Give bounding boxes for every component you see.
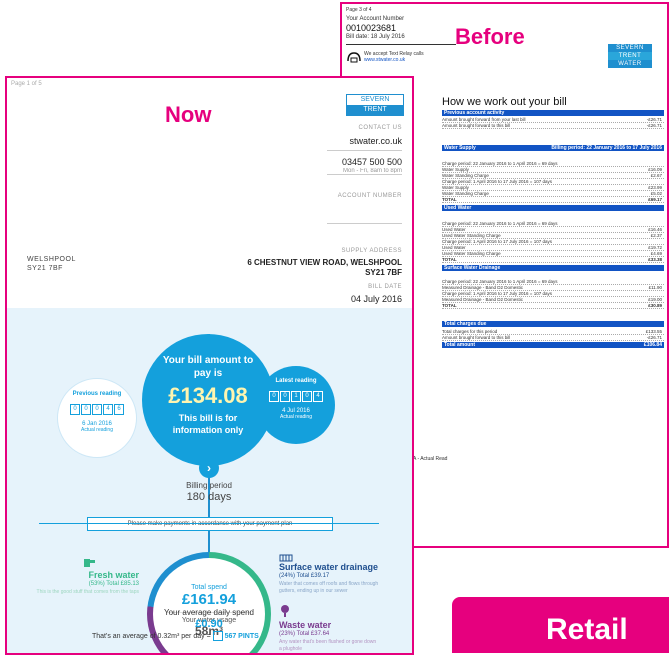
- section-header: Water Supply Billing period: 22 January 2…: [442, 145, 664, 151]
- text-relay-icon: [346, 50, 362, 63]
- before-footnote: A - Actual Read: [413, 456, 448, 462]
- logo-line: TRENT: [608, 52, 652, 60]
- bill-line: Amount brought forward to this bill -£26.…: [442, 335, 664, 341]
- meter-digit: 4: [103, 404, 113, 415]
- meter-digit: 6: [114, 404, 124, 415]
- bill-date-label: BILL DATE: [368, 284, 402, 290]
- latest-reading-note: Actual reading: [280, 414, 312, 420]
- meter-digit: 0: [269, 391, 279, 402]
- previous-reading-note: Actual reading: [81, 427, 113, 433]
- bill-line: TOTAL £30.89: [442, 303, 664, 309]
- opening-hours: Mon - Fri, 8am to 8pm: [342, 168, 402, 173]
- total-spend-label: Total spend: [191, 584, 227, 591]
- pint-glass-icon: [212, 631, 223, 641]
- before-bill-date: Bill date: 18 July 2016: [346, 34, 405, 40]
- bill-date: 04 July 2016: [350, 294, 402, 304]
- meter-digit: 0: [280, 391, 290, 402]
- meter-digit: 0: [70, 404, 80, 415]
- section-header: Total charges due: [442, 321, 664, 327]
- surface-water-total: (24%) Total £39.17: [279, 573, 330, 579]
- total-spend-value: £161.94: [181, 591, 237, 608]
- billing-period-days: 180 days: [186, 491, 232, 503]
- average-usage-text: That's an average of 0.32m³ per day =: [92, 632, 211, 640]
- supply-address-line2: SY21 7BF: [365, 268, 402, 277]
- logo-line: TRENT: [347, 105, 403, 115]
- divider: [327, 150, 402, 151]
- before-tag: Before: [455, 24, 525, 49]
- now-tag: Now: [165, 102, 212, 127]
- logo-line: SEVERN: [360, 96, 390, 103]
- meter-digit: 1: [291, 391, 301, 402]
- previous-reading-label: Previous reading: [72, 391, 122, 397]
- divider: [39, 523, 379, 524]
- previous-reading-circle: Previous reading 0 0 0 4 6 6 Jan 2016 Ac…: [57, 378, 137, 458]
- divider: [327, 174, 402, 175]
- severn-trent-logo: SEVERN TRENT WATER: [608, 44, 652, 68]
- meter-digit: 0: [92, 404, 102, 415]
- average-usage-line: That's an average of 0.32m³ per day = 56…: [92, 631, 342, 641]
- drain-icon: [279, 550, 293, 562]
- surface-water-description: Water that comes off roofs and flows thr…: [279, 581, 379, 594]
- fresh-water-title: Fresh water: [88, 570, 139, 580]
- arrow-right-icon: ›: [199, 458, 219, 478]
- surface-water-title: Surface water drainage: [279, 562, 379, 572]
- waste-water-description: Any water that's been flushed or gone do…: [279, 639, 377, 652]
- before-website[interactable]: www.stwater.co.uk: [364, 57, 405, 63]
- billing-period-label: Billing period: [186, 481, 232, 490]
- bill-amount-circle: Your bill amount to pay is £134.08 This …: [142, 334, 274, 466]
- before-page-number: Page 3 of 4: [346, 7, 372, 13]
- latest-meter-digits: 0 0 1 0 4: [257, 391, 335, 402]
- logo-line: WATER: [618, 61, 642, 67]
- section-header: Used Water: [442, 205, 664, 211]
- bill-amount: £134.08: [168, 383, 248, 408]
- before-account-label: Your Account Number: [346, 16, 405, 22]
- bill-line: Amount brought forward to this bill -£26.…: [442, 123, 664, 129]
- section-header: Surface Water Drainage: [442, 265, 664, 271]
- contact-label: CONTACT US: [358, 125, 402, 131]
- bill-total-line: Total amount £106.84: [442, 342, 664, 348]
- retail-banner: Retail: [452, 597, 669, 653]
- phone-number[interactable]: 03457 500 500: [342, 157, 402, 167]
- bill-amount-text: Your bill amount to pay is: [162, 355, 254, 379]
- bill-line: TOTAL £69.17: [442, 197, 664, 203]
- fresh-water-total: (53%) Total £85.13: [88, 581, 139, 587]
- logo-line: SEVERN: [616, 45, 644, 51]
- previous-meter-digits: 0 0 0 4 6: [58, 404, 136, 415]
- daily-spend-value: £0.90: [195, 618, 223, 630]
- information-only-note: This bill is for information only: [172, 413, 244, 435]
- now-website[interactable]: stwater.co.uk: [349, 136, 402, 146]
- latest-reading-circle: Latest reading 0 0 1 0 4 4 Jul 2016 Actu…: [257, 366, 335, 444]
- recipient-town: WELSHPOOL: [27, 256, 76, 263]
- section-header: Previous account activity: [442, 110, 664, 116]
- daily-spend-label-text: Your average daily spend: [164, 608, 254, 617]
- supply-address-label: SUPPLY ADDRESS: [341, 248, 402, 254]
- latest-reading-label: Latest reading: [275, 378, 317, 384]
- recipient-postcode: SY21 7BF: [27, 265, 63, 272]
- before-heading: How we work out your bill: [442, 96, 567, 108]
- divider: [346, 44, 456, 45]
- bill-line: TOTAL £33.38: [442, 257, 664, 263]
- divider: [327, 223, 402, 224]
- now-page-number: Page 1 of 5: [11, 81, 42, 87]
- tap-icon: [82, 556, 96, 568]
- severn-trent-logo: SEVERN TRENT: [346, 94, 404, 116]
- account-number-label: ACCOUNT NUMBER: [337, 193, 402, 199]
- before-account-number: 0010023681: [346, 23, 397, 33]
- meter-digit: 4: [313, 391, 323, 402]
- now-bill-panel: Page 1 of 5 Now SEVERN TRENT CONTACT US …: [5, 76, 414, 655]
- pints-value: 567 PINTS: [224, 632, 259, 640]
- meter-digit: 0: [302, 391, 312, 402]
- fresh-water-description: This is the good stuff that comes from t…: [36, 589, 139, 595]
- meter-digit: 0: [81, 404, 91, 415]
- supply-address-line1: 6 CHESTNUT VIEW ROAD, WELSHPOOL: [247, 258, 402, 267]
- payment-plan-note: Please make payments in accordance with …: [87, 517, 333, 531]
